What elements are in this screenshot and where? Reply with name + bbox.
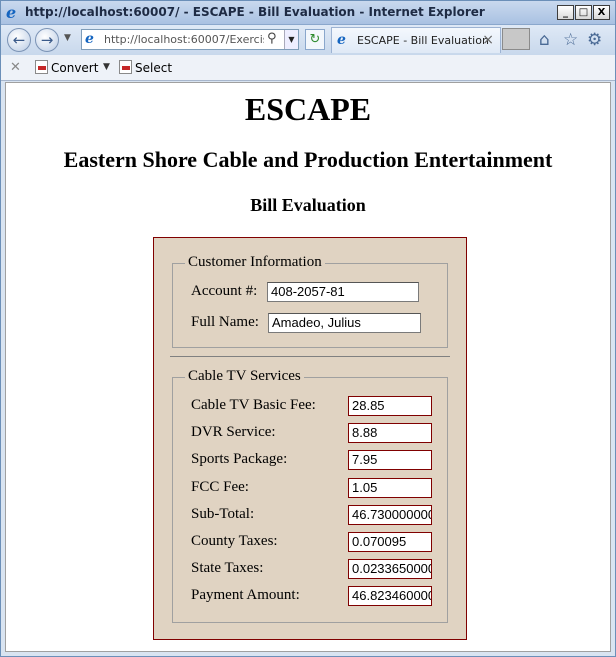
dvr-service-input[interactable]: 8.88 — [348, 423, 432, 443]
tab-close-icon[interactable]: × — [482, 32, 494, 48]
command-bar: ✕ Convert ▼ Select — [1, 55, 615, 81]
account-number-input[interactable]: 408-2057-81 — [267, 282, 419, 302]
cable-tv-services-fieldset: Cable TV Services Cable TV Basic Fee: 28… — [172, 368, 448, 623]
close-button[interactable]: X — [593, 5, 610, 20]
bill-evaluation-form: Customer Information Account #: 408-2057… — [153, 237, 467, 640]
convert-label: Convert — [51, 61, 99, 75]
full-name-label: Full Name: — [191, 314, 259, 330]
state-taxes-label: State Taxes: — [191, 560, 264, 576]
cable-tv-services-legend: Cable TV Services — [185, 368, 304, 385]
address-dropdown-icon[interactable]: ▼ — [284, 30, 298, 49]
section-heading: Bill Evaluation — [250, 195, 366, 215]
sub-total-input[interactable]: 46.730000000 — [348, 505, 432, 525]
navigation-bar: ← → ▼ e http://localhost:60007/Exercise4… — [1, 25, 615, 55]
dvr-service-label: DVR Service: — [191, 424, 276, 440]
pdf-convert-icon — [35, 60, 48, 74]
payment-amount-label: Payment Amount: — [191, 587, 300, 603]
address-url[interactable]: http://localhost:60007/Exercise4 — [104, 33, 264, 46]
county-taxes-label: County Taxes: — [191, 533, 278, 549]
forward-button[interactable]: → — [35, 28, 59, 52]
select-button[interactable]: Select — [119, 60, 172, 75]
tab-label: ESCAPE - Bill Evaluation — [357, 34, 489, 47]
page-content: ESCAPE Eastern Shore Cable and Productio… — [5, 82, 611, 652]
history-dropdown-icon[interactable]: ▼ — [64, 33, 71, 43]
convert-dropdown-icon[interactable]: ▼ — [103, 62, 110, 72]
new-tab-button[interactable] — [502, 28, 530, 50]
account-number-label: Account #: — [191, 283, 258, 299]
back-button[interactable]: ← — [7, 28, 31, 52]
select-label: Select — [135, 61, 173, 75]
payment-amount-input[interactable]: 46.823460000 — [348, 586, 432, 606]
forward-arrow-icon: → — [40, 31, 54, 49]
back-arrow-icon: ← — [12, 31, 26, 49]
address-bar[interactable]: e http://localhost:60007/Exercise4 ⚲ ▼ — [81, 29, 299, 50]
cable-tv-basic-fee-label: Cable TV Basic Fee: — [191, 397, 316, 413]
sub-total-label: Sub-Total: — [191, 506, 255, 522]
search-icon[interactable]: ⚲ — [267, 31, 277, 46]
close-toolbar-icon[interactable]: ✕ — [10, 60, 21, 75]
home-icon[interactable]: ⌂ — [539, 30, 550, 50]
page-title: ESCAPE — [244, 91, 372, 127]
sports-package-input[interactable]: 7.95 — [348, 450, 432, 470]
refresh-button[interactable]: ↻ — [305, 29, 325, 50]
title-bar: e http://localhost:60007/ - ESCAPE - Bil… — [1, 1, 615, 25]
tab-page-icon: e — [337, 32, 346, 48]
county-taxes-input[interactable]: 0.070095 — [348, 532, 432, 552]
gear-icon[interactable]: ⚙ — [587, 30, 602, 50]
sports-package-label: Sports Package: — [191, 451, 288, 467]
page-icon: e — [85, 31, 94, 47]
refresh-icon: ↻ — [309, 32, 321, 47]
fcc-fee-input[interactable]: 1.05 — [348, 478, 432, 498]
maximize-button[interactable]: □ — [575, 5, 592, 20]
cable-tv-basic-fee-input[interactable]: 28.85 — [348, 396, 432, 416]
section-divider — [170, 356, 450, 357]
fcc-fee-label: FCC Fee: — [191, 479, 249, 495]
customer-information-legend: Customer Information — [185, 254, 325, 271]
page-subtitle: Eastern Shore Cable and Production Enter… — [63, 147, 553, 172]
minimize-button[interactable]: _ — [557, 5, 574, 20]
internet-explorer-icon: e — [6, 3, 17, 22]
pdf-select-icon — [119, 60, 132, 74]
favorites-star-icon[interactable]: ☆ — [563, 30, 578, 50]
customer-information-fieldset: Customer Information Account #: 408-2057… — [172, 254, 448, 348]
convert-button[interactable]: Convert — [35, 60, 98, 75]
state-taxes-input[interactable]: 0.0233650000 — [348, 559, 432, 579]
browser-window: e http://localhost:60007/ - ESCAPE - Bil… — [0, 0, 616, 657]
tab-bill-evaluation[interactable]: e ESCAPE - Bill Evaluation × — [331, 27, 501, 53]
window-title: http://localhost:60007/ - ESCAPE - Bill … — [25, 5, 485, 19]
full-name-input[interactable]: Amadeo, Julius — [268, 313, 421, 333]
